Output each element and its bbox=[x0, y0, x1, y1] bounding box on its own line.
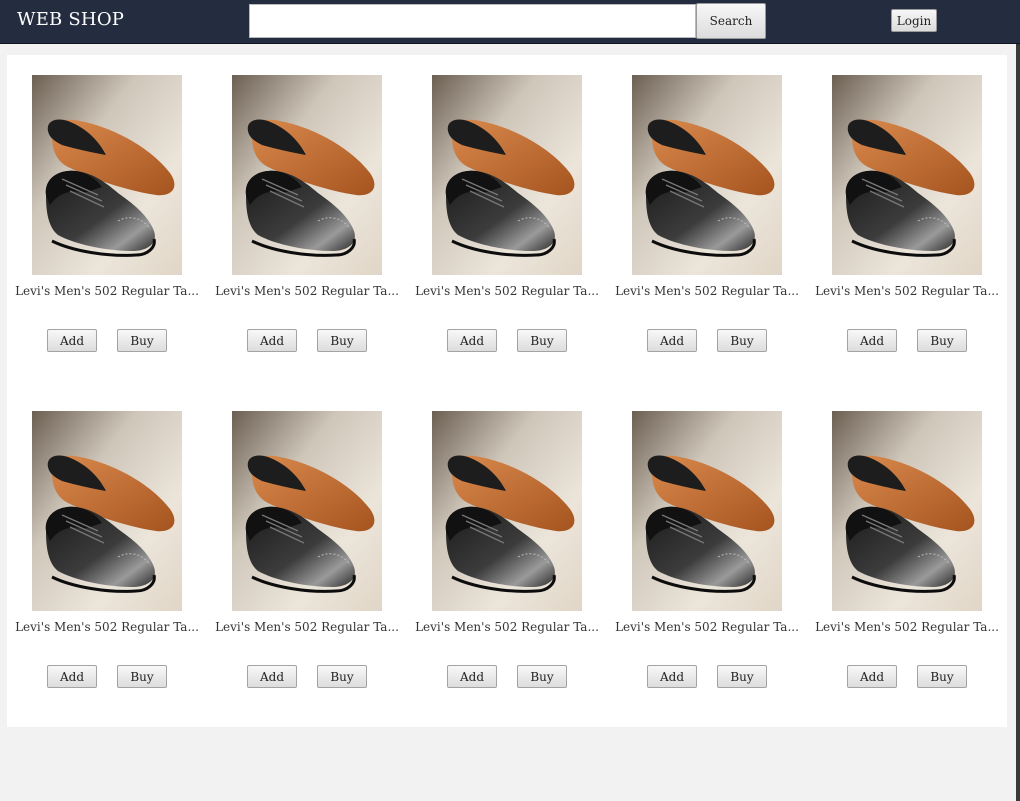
add-to-cart-button[interactable]: Add bbox=[47, 329, 97, 352]
add-to-cart-button[interactable]: Add bbox=[247, 665, 297, 688]
product-title[interactable]: Levi's Men's 502 Regular Ta... bbox=[807, 620, 1007, 638]
add-to-cart-button[interactable]: Add bbox=[47, 665, 97, 688]
product-card: Levi's Men's 502 Regular Ta... Add Buy bbox=[207, 75, 407, 375]
buy-button[interactable]: Buy bbox=[517, 329, 567, 352]
scrollbar[interactable] bbox=[1016, 44, 1020, 801]
product-title[interactable]: Levi's Men's 502 Regular Ta... bbox=[407, 620, 607, 638]
add-to-cart-button[interactable]: Add bbox=[247, 329, 297, 352]
buy-button[interactable]: Buy bbox=[317, 665, 367, 688]
product-title[interactable]: Levi's Men's 502 Regular Ta... bbox=[7, 284, 207, 302]
buy-button[interactable]: Buy bbox=[117, 665, 167, 688]
product-image[interactable] bbox=[232, 75, 382, 275]
product-image[interactable] bbox=[32, 411, 182, 611]
top-navbar: WEB SHOP Search Login bbox=[0, 0, 1020, 44]
search-button[interactable]: Search bbox=[696, 3, 766, 39]
add-to-cart-button[interactable]: Add bbox=[847, 329, 897, 352]
product-title[interactable]: Levi's Men's 502 Regular Ta... bbox=[407, 284, 607, 302]
buy-button[interactable]: Buy bbox=[717, 329, 767, 352]
product-card: Levi's Men's 502 Regular Ta... Add Buy bbox=[407, 411, 607, 711]
product-card: Levi's Men's 502 Regular Ta... Add Buy bbox=[607, 411, 807, 711]
product-title[interactable]: Levi's Men's 502 Regular Ta... bbox=[607, 284, 807, 302]
product-image[interactable] bbox=[32, 75, 182, 275]
product-grid: Levi's Men's 502 Regular Ta... Add Buy Levi… bbox=[7, 55, 1007, 727]
product-title[interactable]: Levi's Men's 502 Regular Ta... bbox=[207, 620, 407, 638]
product-card: Levi's Men's 502 Regular Ta... Add Buy bbox=[7, 75, 207, 375]
add-to-cart-button[interactable]: Add bbox=[647, 329, 697, 352]
add-to-cart-button[interactable]: Add bbox=[447, 329, 497, 352]
product-image[interactable] bbox=[232, 411, 382, 611]
product-title[interactable]: Levi's Men's 502 Regular Ta... bbox=[607, 620, 807, 638]
buy-button[interactable]: Buy bbox=[117, 329, 167, 352]
product-title[interactable]: Levi's Men's 502 Regular Ta... bbox=[807, 284, 1007, 302]
buy-button[interactable]: Buy bbox=[517, 665, 567, 688]
product-card: Levi's Men's 502 Regular Ta... Add Buy bbox=[807, 75, 1007, 375]
login-button[interactable]: Login bbox=[891, 9, 937, 32]
site-logo[interactable]: WEB SHOP bbox=[17, 9, 124, 30]
product-card: Levi's Men's 502 Regular Ta... Add Buy bbox=[207, 411, 407, 711]
buy-button[interactable]: Buy bbox=[317, 329, 367, 352]
product-title[interactable]: Levi's Men's 502 Regular Ta... bbox=[7, 620, 207, 638]
product-image[interactable] bbox=[432, 75, 582, 275]
product-card: Levi's Men's 502 Regular Ta... Add Buy bbox=[407, 75, 607, 375]
product-image[interactable] bbox=[632, 75, 782, 275]
product-image[interactable] bbox=[832, 411, 982, 611]
add-to-cart-button[interactable]: Add bbox=[447, 665, 497, 688]
product-image[interactable] bbox=[432, 411, 582, 611]
buy-button[interactable]: Buy bbox=[717, 665, 767, 688]
add-to-cart-button[interactable]: Add bbox=[847, 665, 897, 688]
product-card: Levi's Men's 502 Regular Ta... Add Buy bbox=[7, 411, 207, 711]
product-image[interactable] bbox=[832, 75, 982, 275]
product-card: Levi's Men's 502 Regular Ta... Add Buy bbox=[607, 75, 807, 375]
buy-button[interactable]: Buy bbox=[917, 665, 967, 688]
product-image[interactable] bbox=[632, 411, 782, 611]
add-to-cart-button[interactable]: Add bbox=[647, 665, 697, 688]
buy-button[interactable]: Buy bbox=[917, 329, 967, 352]
search-input[interactable] bbox=[249, 4, 696, 38]
product-title[interactable]: Levi's Men's 502 Regular Ta... bbox=[207, 284, 407, 302]
product-card: Levi's Men's 502 Regular Ta... Add Buy bbox=[807, 411, 1007, 711]
